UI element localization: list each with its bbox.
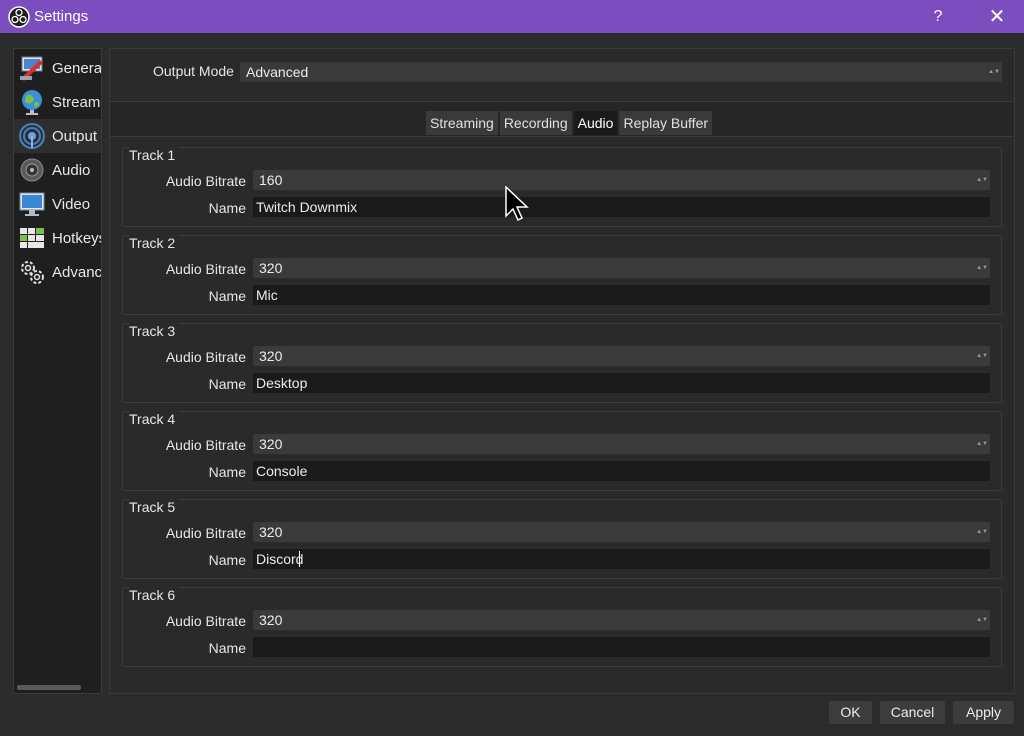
track-title: Track 6 (129, 587, 180, 603)
audio-bitrate-label: Audio Bitrate (165, 349, 246, 365)
track-group-1: Track 1 Audio Bitrate 160 ▲▼ Name (122, 147, 1002, 227)
sidebar-item-stream[interactable]: Stream (14, 85, 101, 119)
sidebar-item-label: Hotkeys (52, 229, 102, 247)
tab-audio[interactable]: Audio (573, 111, 618, 135)
audio-bitrate-select[interactable]: 160 ▲▼ (253, 170, 990, 190)
track-name-input[interactable] (253, 373, 990, 393)
output-tabs: Streaming Recording Audio Replay Buffer (426, 111, 714, 135)
spinner-arrows-icon: ▲▼ (988, 69, 1000, 75)
track-title: Track 5 (129, 499, 180, 515)
sidebar-item-label: Stream (52, 93, 101, 111)
audio-bitrate-select[interactable]: 320 ▲▼ (253, 522, 990, 542)
track-group-6: Track 6 Audio Bitrate 320 ▲▼ Name (122, 587, 1002, 667)
track-name-input[interactable] (253, 197, 990, 217)
cancel-button[interactable]: Cancel (880, 701, 945, 724)
title-bar: Settings ? ✕ (0, 0, 1024, 33)
mouse-pointer-icon (505, 186, 529, 222)
track-title: Track 4 (129, 411, 180, 427)
audio-bitrate-value: 320 (259, 260, 283, 276)
sidebar-item-label: General (52, 59, 102, 77)
track-group-3: Track 3 Audio Bitrate 320 ▲▼ Name (122, 323, 1002, 403)
sidebar-horizontal-scrollbar[interactable] (17, 685, 81, 690)
track-group-2: Track 2 Audio Bitrate 320 ▲▼ Name (122, 235, 1002, 315)
sidebar-item-label: Advanced (52, 263, 102, 281)
sidebar-item-label: Audio (52, 161, 91, 179)
track-group-4: Track 4 Audio Bitrate 320 ▲▼ Name (122, 411, 1002, 491)
settings-sidebar: General Stream Output Audio Video Hotkey… (13, 48, 102, 694)
audio-bitrate-value: 320 (259, 612, 283, 628)
name-label: Name (208, 552, 246, 568)
audio-bitrate-select[interactable]: 320 ▲▼ (253, 258, 990, 278)
output-settings-panel: Output Mode Advanced ▲▼ Streaming Record… (109, 48, 1015, 694)
output-mode-label: Output Mode (153, 63, 234, 79)
name-label: Name (208, 464, 246, 480)
audio-bitrate-label: Audio Bitrate (165, 525, 246, 541)
track-name-input[interactable] (253, 637, 990, 657)
advanced-gears-icon (17, 257, 47, 287)
track-name-input[interactable] (253, 285, 990, 305)
sidebar-item-label: Video (52, 195, 91, 213)
name-label: Name (208, 200, 246, 216)
sidebar-item-label: Output (52, 127, 98, 145)
output-mode-select[interactable]: Advanced ▲▼ (240, 62, 1002, 82)
help-button[interactable]: ? (916, 0, 960, 33)
audio-bitrate-label: Audio Bitrate (165, 261, 246, 277)
spinner-arrows-icon: ▲▼ (976, 617, 988, 623)
track-name-input[interactable] (253, 549, 990, 569)
text-caret (299, 551, 300, 567)
audio-speaker-icon (17, 155, 47, 185)
sidebar-item-output[interactable]: Output (14, 119, 101, 153)
video-monitor-icon (17, 189, 47, 219)
audio-bitrate-select[interactable]: 320 ▲▼ (253, 610, 990, 630)
track-title: Track 3 (129, 323, 180, 339)
spinner-arrows-icon: ▲▼ (976, 529, 988, 535)
name-label: Name (208, 288, 246, 304)
audio-bitrate-value: 160 (259, 172, 283, 188)
output-mode-value: Advanced (246, 64, 309, 80)
audio-tab-content: Track 1 Audio Bitrate 160 ▲▼ Name Track … (110, 136, 1014, 693)
track-title: Track 2 (129, 235, 180, 251)
name-label: Name (208, 376, 246, 392)
audio-bitrate-select[interactable]: 320 ▲▼ (253, 434, 990, 454)
ok-button[interactable]: OK (829, 701, 872, 724)
track-name-input[interactable] (253, 461, 990, 481)
sidebar-item-video[interactable]: Video (14, 187, 101, 221)
sidebar-item-hotkeys[interactable]: Hotkeys (14, 221, 102, 255)
spinner-arrows-icon: ▲▼ (976, 353, 988, 359)
sidebar-item-general[interactable]: General (14, 51, 102, 85)
audio-bitrate-select[interactable]: 320 ▲▼ (253, 346, 990, 366)
output-broadcast-icon (17, 121, 47, 151)
track-title: Track 1 (129, 147, 180, 163)
hotkeys-keyboard-icon (17, 223, 47, 253)
general-icon (17, 53, 47, 83)
sidebar-item-advanced[interactable]: Advanced (14, 255, 102, 289)
tab-replay-buffer[interactable]: Replay Buffer (619, 111, 713, 135)
tab-recording[interactable]: Recording (499, 111, 572, 135)
spinner-arrows-icon: ▲▼ (976, 441, 988, 447)
sidebar-item-audio[interactable]: Audio (14, 153, 101, 187)
audio-bitrate-value: 320 (259, 436, 283, 452)
stream-globe-icon (17, 87, 47, 117)
apply-button[interactable]: Apply (953, 701, 1014, 724)
spinner-arrows-icon: ▲▼ (976, 177, 988, 183)
track-group-5: Track 5 Audio Bitrate 320 ▲▼ Name (122, 499, 1002, 579)
obs-logo-icon (8, 5, 30, 28)
output-mode-row: Output Mode Advanced ▲▼ (110, 49, 1014, 102)
tab-streaming[interactable]: Streaming (426, 111, 498, 135)
audio-bitrate-label: Audio Bitrate (165, 173, 246, 189)
audio-bitrate-label: Audio Bitrate (165, 437, 246, 453)
name-label: Name (208, 640, 246, 656)
window-title: Settings (34, 8, 89, 25)
audio-bitrate-value: 320 (259, 524, 283, 540)
spinner-arrows-icon: ▲▼ (976, 265, 988, 271)
audio-bitrate-value: 320 (259, 348, 283, 364)
close-button[interactable]: ✕ (975, 0, 1019, 33)
audio-bitrate-label: Audio Bitrate (165, 613, 246, 629)
